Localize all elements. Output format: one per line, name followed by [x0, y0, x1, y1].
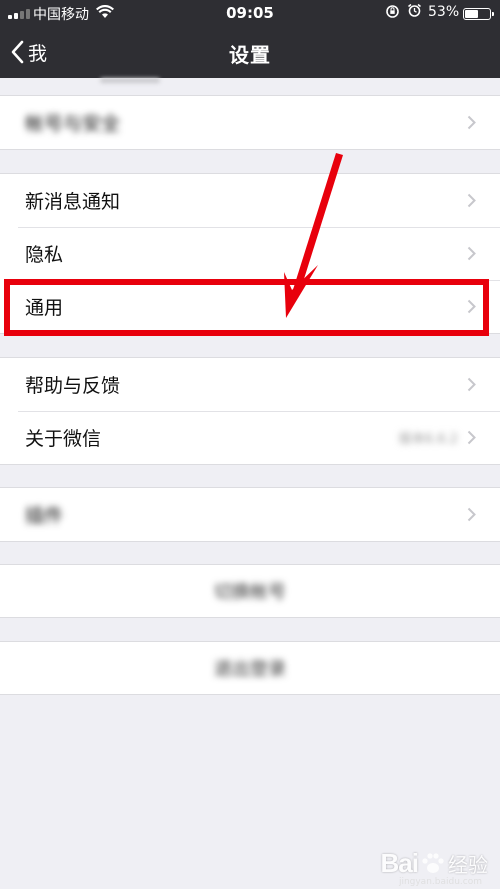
logout-button[interactable]: 退出登录 — [0, 642, 500, 694]
row-label: 关于微信 — [25, 428, 102, 450]
row-label: 帐号与安全 — [25, 113, 121, 135]
battery-percent: 53% — [428, 4, 460, 20]
watermark-text: Bai — [380, 848, 419, 878]
settings-row-plugins[interactable]: 插件 — [0, 488, 500, 541]
chevron-right-icon — [467, 115, 476, 130]
clock-time: 09:05 — [226, 4, 274, 22]
account-group: 帐号与安全 — [0, 95, 500, 150]
navigation-bar: 我 设置 — [0, 26, 500, 78]
chevron-right-icon — [467, 430, 476, 445]
row-label: 插件 — [25, 505, 64, 527]
plugin-group: 插件 — [0, 487, 500, 542]
page-title: 设置 — [229, 43, 271, 67]
watermark-sub: 经验 — [448, 853, 488, 877]
logout-label: 退出登录 — [214, 659, 286, 680]
chevron-right-icon — [467, 507, 476, 522]
scroll-edge — [100, 78, 160, 83]
alarm-icon — [407, 3, 422, 22]
status-bar: 中国移动 09:05 53% — [0, 0, 500, 26]
row-label: 新消息通知 — [25, 191, 121, 213]
help-group: 帮助与反馈 关于微信 版本6.6.2 — [0, 357, 500, 465]
baidu-watermark: Bai 经验 jingyan.baidu.com — [380, 848, 488, 887]
highlight-box — [4, 279, 489, 336]
battery-icon — [463, 8, 494, 20]
switch-account-button[interactable]: 切换帐号 — [0, 565, 500, 617]
watermark-url: jingyan.baidu.com — [398, 877, 482, 887]
settings-row-notifications[interactable]: 新消息通知 — [0, 174, 500, 227]
rotation-lock-icon — [385, 4, 400, 23]
settings-row-privacy[interactable]: 隐私 — [0, 227, 500, 280]
chevron-right-icon — [467, 377, 476, 392]
row-label: 隐私 — [25, 244, 64, 266]
logout-group: 退出登录 — [0, 641, 500, 695]
switch-account-label: 切换帐号 — [214, 582, 286, 603]
settings-row-about[interactable]: 关于微信 版本6.6.2 — [0, 411, 500, 464]
settings-row-account-security[interactable]: 帐号与安全 — [0, 96, 500, 149]
settings-row-help-feedback[interactable]: 帮助与反馈 — [0, 358, 500, 411]
chevron-right-icon — [467, 246, 476, 261]
row-label: 帮助与反馈 — [25, 375, 121, 397]
paw-icon — [422, 852, 444, 873]
chevron-right-icon — [467, 193, 476, 208]
switch-account-group: 切换帐号 — [0, 564, 500, 618]
version-value: 版本6.6.2 — [398, 432, 458, 447]
